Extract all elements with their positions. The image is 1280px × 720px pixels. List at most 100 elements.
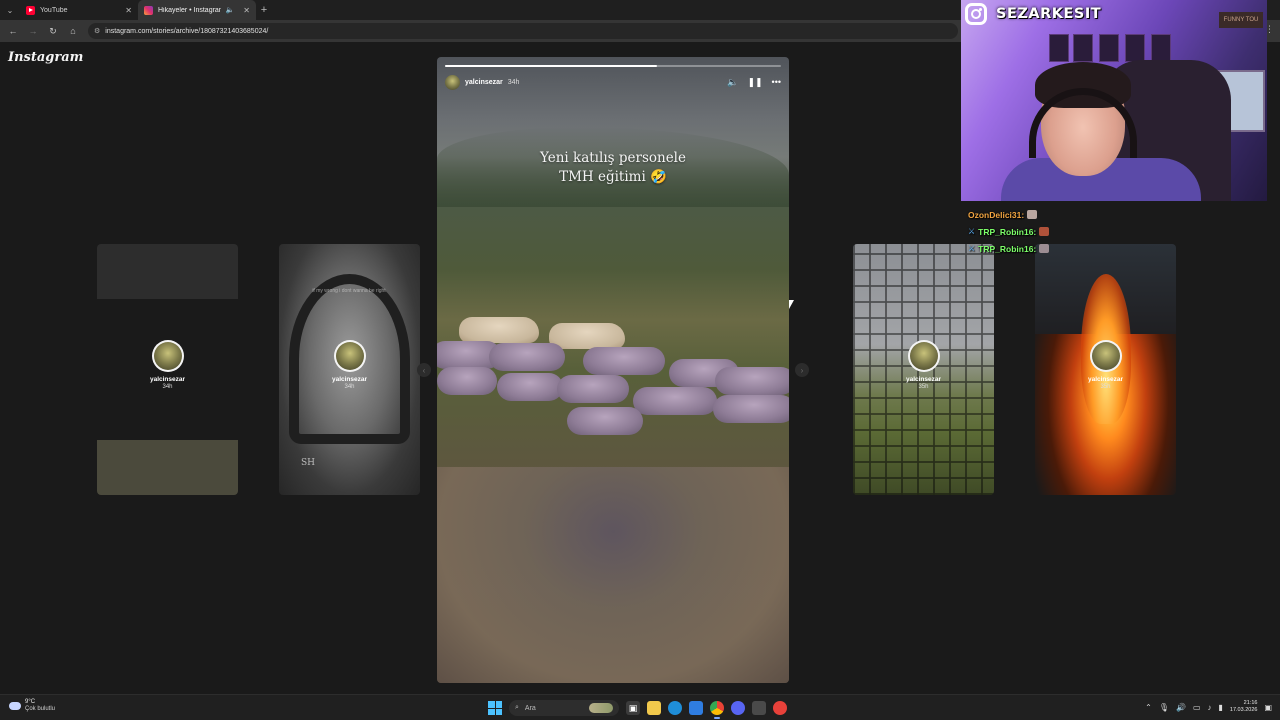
mouse-cursor-icon: [789, 300, 794, 309]
streamer-branding: SEZARKESIT: [965, 3, 1101, 25]
close-tab-icon[interactable]: ✕: [125, 6, 132, 15]
taskbar-apps: ⌕ Ara ▣: [488, 699, 787, 719]
story-preview-card[interactable]: yalcinsezar 34h: [97, 244, 238, 495]
tab-title: YouTube: [40, 6, 68, 14]
store-icon[interactable]: [689, 701, 703, 715]
chevron-up-icon[interactable]: ⌃: [1145, 703, 1152, 712]
network-icon[interactable]: ▭: [1193, 703, 1201, 712]
next-story-icon[interactable]: ›: [795, 363, 809, 377]
story-ground: [437, 467, 789, 683]
discord-icon[interactable]: [731, 701, 745, 715]
address-bar[interactable]: ⚙ instagram.com/stories/archive/18087321…: [88, 23, 958, 39]
dog-image: [459, 317, 539, 343]
wall-sign: FUNNY TOU: [1219, 12, 1263, 28]
home-icon[interactable]: ⌂: [64, 22, 82, 40]
back-arrow-icon[interactable]: ←: [4, 22, 22, 40]
stream-chat: OzonDelici31: ⚔ TRP_Robin16: ⚔ TRP_Robin…: [968, 206, 1168, 257]
story-username[interactable]: yalcinsezar: [465, 79, 503, 86]
volume-icon[interactable]: 🔊: [1176, 703, 1186, 712]
story-age: 35h: [1100, 384, 1111, 390]
notification-icon[interactable]: ▣: [1264, 703, 1272, 712]
mute-icon[interactable]: 🔈: [727, 77, 738, 88]
story-controls: 🔈 ❚❚ •••: [727, 77, 781, 88]
speaker-icon[interactable]: ♪: [1208, 703, 1212, 712]
avatar: [1089, 340, 1122, 372]
chrome-icon[interactable]: [710, 701, 724, 719]
task-view-icon[interactable]: ▣: [626, 701, 640, 715]
tab-instagram[interactable]: Hikayeler • Instagram 🔈 ✕: [138, 0, 256, 20]
story-username: yalcinsezar: [905, 376, 942, 383]
pause-icon[interactable]: ❚❚: [747, 77, 762, 88]
chat-username: TRP_Robin16:: [978, 226, 1037, 237]
clock-time: 21:16: [1243, 700, 1258, 706]
new-tab-button[interactable]: +: [256, 4, 272, 16]
weather-temperature: 9°C: [25, 699, 36, 705]
instagram-icon: [144, 5, 153, 15]
reload-icon[interactable]: ↻: [44, 22, 62, 40]
story-header: yalcinsezar 34h 🔈 ❚❚ •••: [445, 74, 781, 90]
story-preview-meta: yalcinsezar 35h: [1035, 340, 1176, 390]
chat-emote-icon: [1039, 227, 1050, 236]
speaker-icon[interactable]: 🔈: [226, 6, 235, 14]
story-preview-meta: yalcinsezar 35h: [853, 340, 994, 390]
story-preview-card[interactable]: yalcinsezar 35h: [853, 244, 994, 495]
weather-description: Çok bulutlu: [25, 706, 56, 712]
youtube-icon: [26, 5, 35, 15]
dog-image: [549, 323, 625, 349]
app-icon[interactable]: [773, 701, 787, 715]
story-username: yalcinsezar: [331, 376, 368, 383]
battery-icon[interactable]: ▮: [1219, 703, 1223, 712]
more-options-icon[interactable]: •••: [772, 77, 781, 87]
taskbar-clock[interactable]: 21:16 17.03.2026: [1230, 700, 1258, 714]
close-tab-icon[interactable]: ✕: [243, 6, 250, 15]
sword-badge-icon: ⚔: [968, 244, 976, 253]
chat-emote-icon: [1027, 210, 1038, 219]
tab-youtube[interactable]: YouTube ✕: [20, 0, 138, 20]
story-caption-line: TMH eğitimi 🤣: [559, 169, 667, 185]
active-story-viewer[interactable]: yalcinsezar 34h 🔈 ❚❚ ••• Yeni katılış pe…: [437, 57, 789, 683]
instagram-icon: [965, 3, 987, 25]
weather-widget[interactable]: 9°C Çok bulutlu: [9, 699, 55, 713]
story-username: yalcinsezar: [149, 376, 186, 383]
story-age: 34h: [344, 384, 355, 390]
chat-message: ⚔ TRP_Robin16:: [968, 223, 1168, 240]
story-age: 35h: [918, 384, 929, 390]
avatar: [907, 340, 940, 372]
tab-title: Hikayeler • Instagram: [158, 6, 221, 14]
story-card-text: if my wrong i dont wanna be right: [312, 288, 386, 294]
story-preview-meta: yalcinsezar 34h: [279, 340, 420, 390]
forward-arrow-icon[interactable]: →: [24, 22, 42, 40]
windows-taskbar: 9°C Çok bulutlu ⌕ Ara ▣ ⌃ 🎙 🔊 ▭ ♪ ▮ 21:1…: [0, 694, 1280, 720]
app-icon[interactable]: [752, 701, 766, 715]
system-tray: ⌃ 🎙 🔊 ▭ ♪ ▮ 21:16 17.03.2026 ▣: [1145, 700, 1272, 714]
streamer-handle: SEZARKESIT: [996, 6, 1102, 22]
story-thumbnail-top: [97, 244, 238, 299]
avatar[interactable]: [445, 74, 460, 90]
address-url: instagram.com/stories/archive/1808732140…: [105, 27, 269, 35]
story-caption: Yeni katılış personele TMH eğitimi 🤣: [437, 149, 789, 187]
site-info-icon[interactable]: ⚙: [94, 27, 100, 35]
microphone-icon[interactable]: 🎙: [1159, 703, 1169, 712]
tab-search-chevron-icon[interactable]: ⌄: [0, 0, 20, 20]
chat-message: OzonDelici31:: [968, 206, 1168, 223]
windows-start-icon[interactable]: [488, 701, 502, 715]
taskbar-search[interactable]: ⌕ Ara: [509, 700, 619, 716]
previous-story-icon[interactable]: ‹: [417, 363, 431, 377]
search-placeholder: Ara: [524, 704, 536, 712]
search-highlight-image: [589, 703, 613, 713]
avatar: [333, 340, 366, 372]
story-caption-line: Yeni katılış personele: [540, 150, 686, 166]
story-card-signature: SH: [301, 458, 316, 468]
chat-emote-icon: [1039, 244, 1050, 253]
edge-icon[interactable]: [668, 701, 682, 715]
file-explorer-icon[interactable]: [647, 701, 661, 715]
story-preview-card[interactable]: if my wrong i dont wanna be right SH yal…: [279, 244, 420, 495]
story-thumbnail-bottom: [97, 440, 238, 495]
story-progress-bar: [445, 65, 781, 67]
story-preview-meta: yalcinsezar 34h: [97, 340, 238, 390]
instagram-logo[interactable]: Instagram: [8, 50, 83, 65]
story-preview-card[interactable]: yalcinsezar 35h: [1035, 244, 1176, 495]
clock-date: 17.03.2026: [1229, 707, 1258, 713]
story-age: 34h: [507, 78, 520, 86]
cloud-icon: [9, 702, 21, 710]
